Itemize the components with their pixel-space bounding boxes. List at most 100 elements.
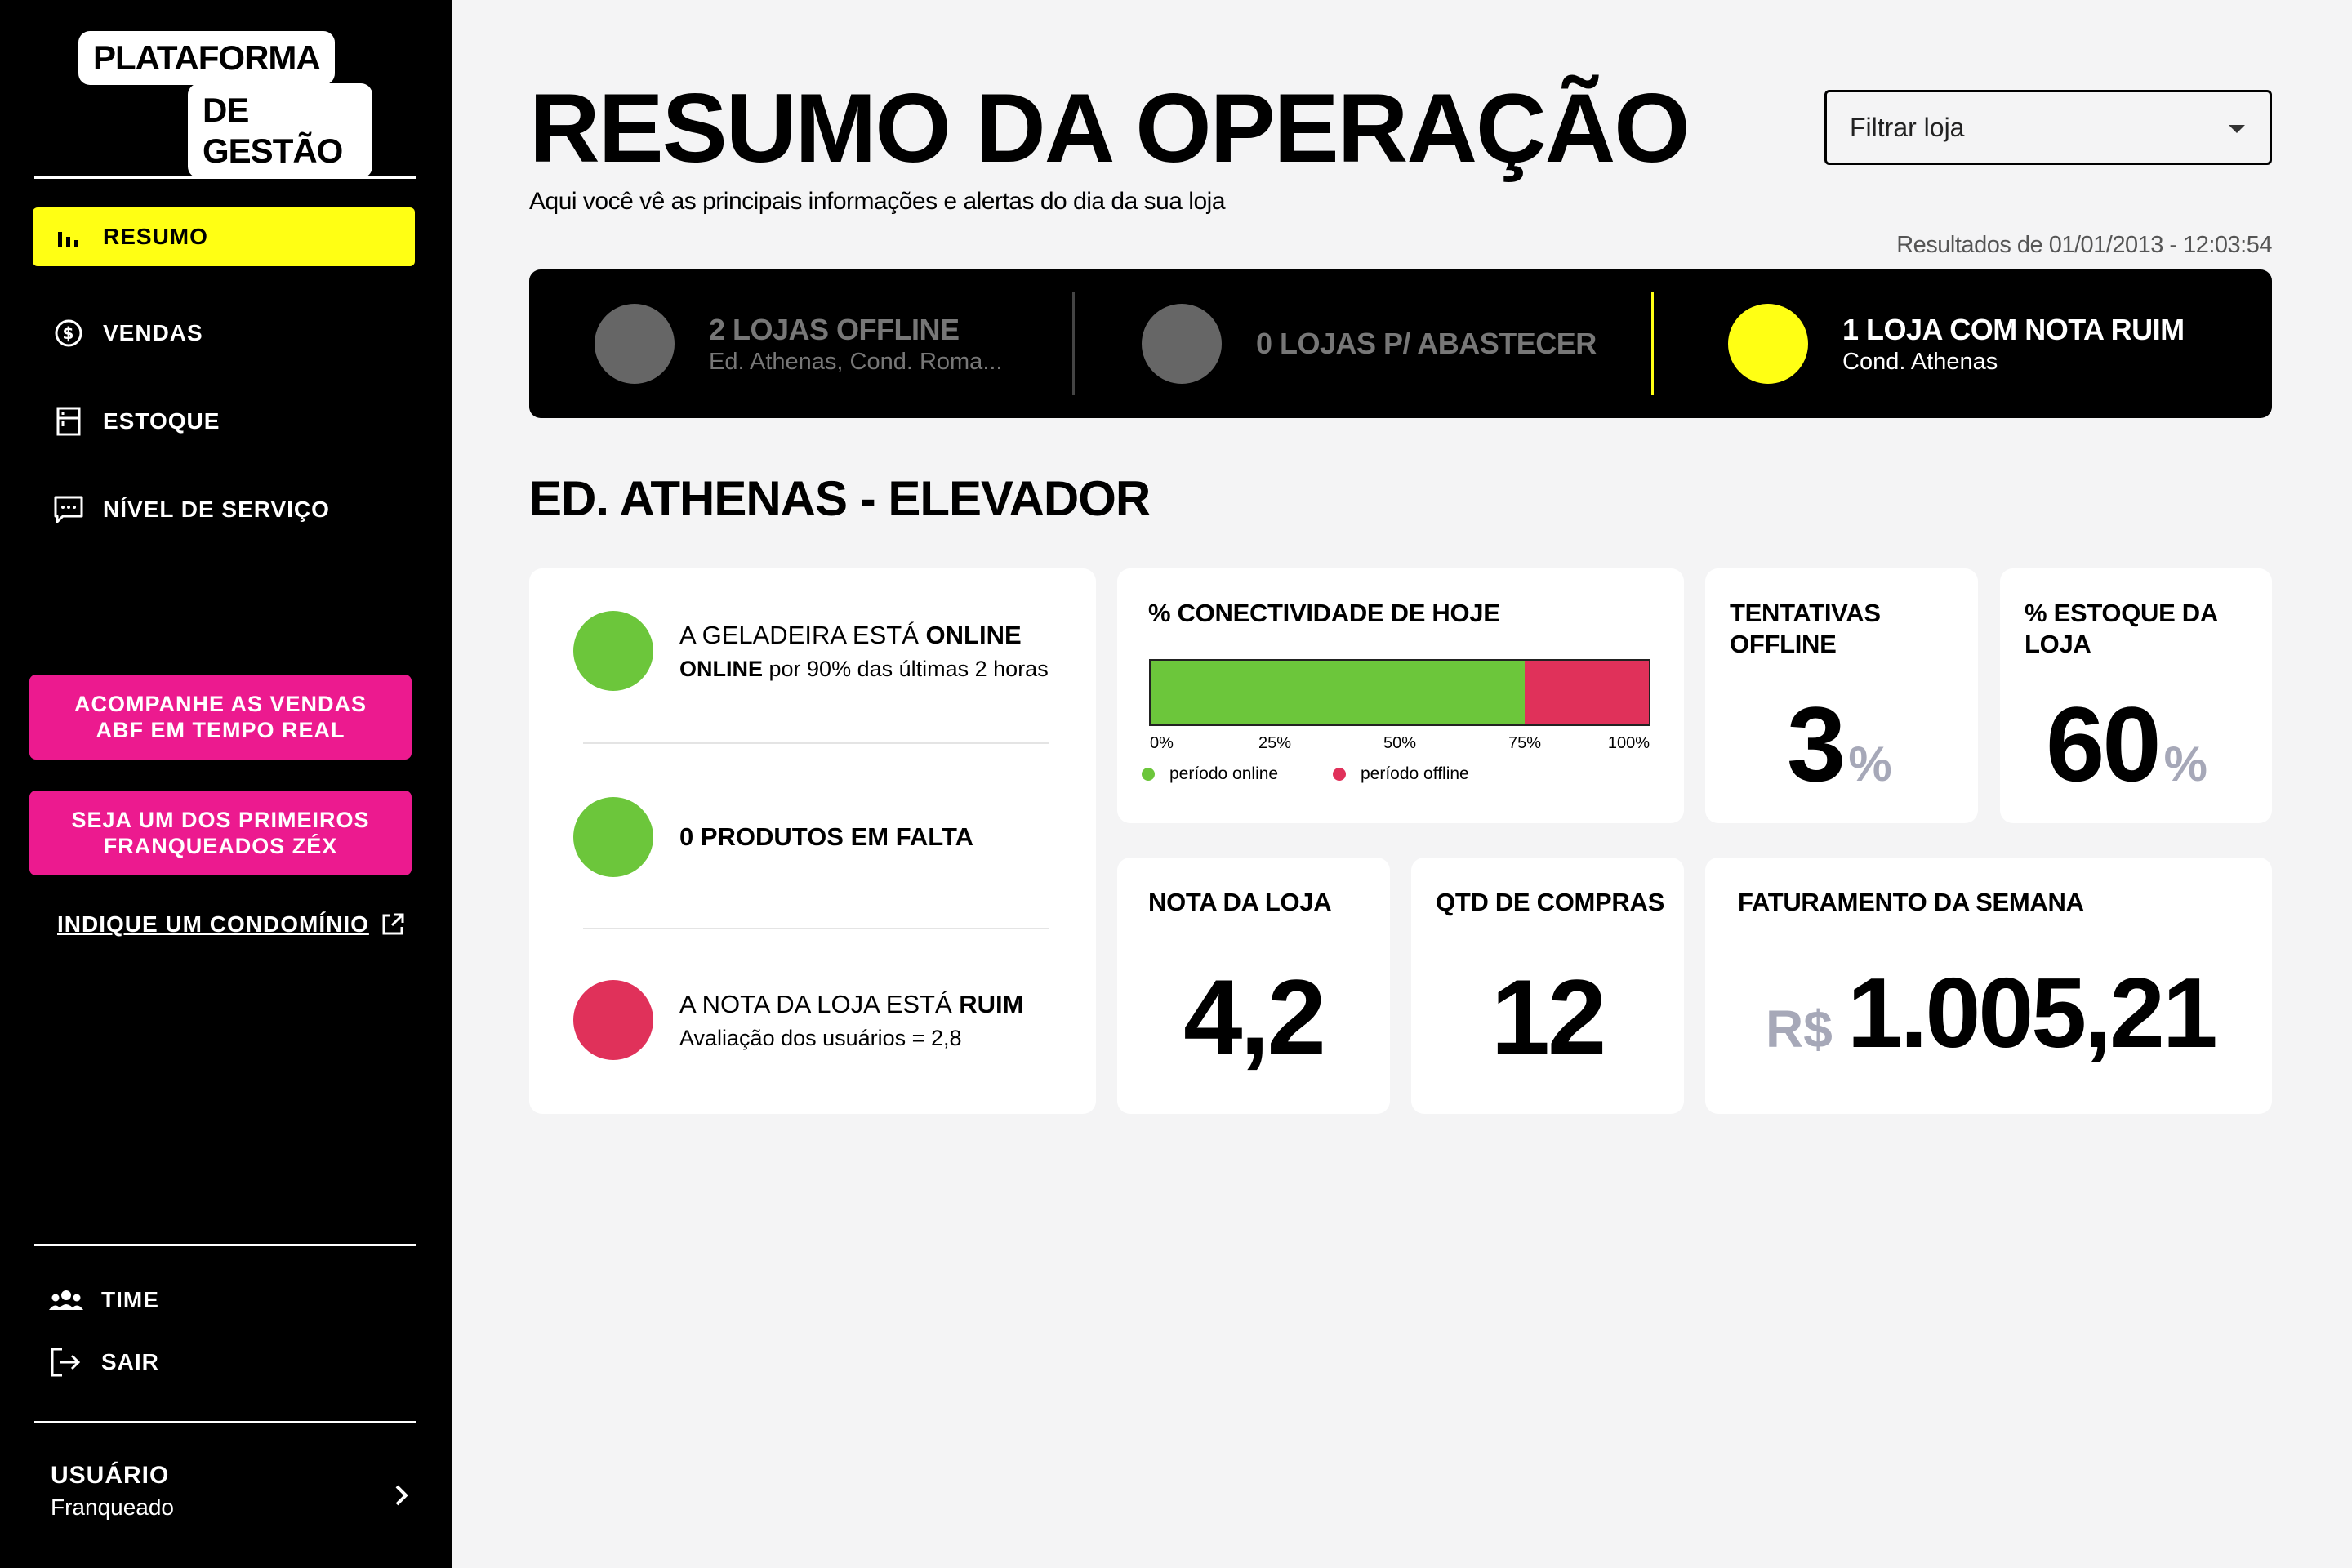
status-dot (595, 304, 675, 384)
alert-subtitle: Cond. Athenas (1842, 348, 1998, 375)
sidebar-item-nivel-servico[interactable]: NÍVEL DE SERVIÇO (33, 480, 415, 539)
sidebar-divider (34, 1421, 416, 1423)
offline-attempts-label: TENTATIVAS OFFLINE (1730, 599, 1881, 658)
tick-label: 50% (1383, 734, 1416, 752)
sidebar-divider (34, 1244, 416, 1246)
legend-online: período online (1142, 764, 1278, 784)
status-prefix: A NOTA DA LOJA ESTÁ (679, 989, 960, 1018)
sidebar-item-label: RESUMO (103, 224, 208, 249)
external-link-icon (382, 913, 404, 935)
svg-text:$: $ (63, 323, 75, 343)
alerts-bar: 2 LOJAS OFFLINE Ed. Athenas, Cond. Roma.… (529, 270, 2272, 418)
alert-divider (1651, 292, 1654, 395)
bar-segment-offline (1525, 660, 1650, 725)
sidebar-divider (34, 176, 416, 179)
purchases-value: 12 (1490, 957, 1607, 1076)
team-link[interactable]: TIME (49, 1287, 159, 1313)
alert-bad-rating[interactable]: 1 LOJA COM NOTA RUIM Cond. Athenas (1728, 270, 2185, 418)
brand-line-1: PLATAFORMA (78, 31, 335, 85)
legend-offline: período offline (1333, 764, 1469, 784)
dollar-circle-icon: $ (52, 317, 85, 350)
indicate-condo-link[interactable]: INDIQUE UM CONDOMÍNIO (57, 911, 405, 938)
tick-label: 75% (1508, 734, 1541, 752)
offline-attempts-card: TENTATIVAS OFFLINE 3% (1705, 568, 1978, 823)
status-strong: RUIM (959, 989, 1024, 1018)
store-rating-value: 4,2 (1183, 957, 1326, 1076)
page-title: RESUMO DA OPERAÇÃO (529, 74, 1690, 183)
connectivity-chart: 0% 25% 50% 75% 100% (1149, 659, 1650, 752)
sidebar-item-label: NÍVEL DE SERVIÇO (103, 497, 330, 522)
status-sub: por 90% das últimas 2 horas (763, 656, 1049, 681)
alert-offline-stores[interactable]: 2 LOJAS OFFLINE Ed. Athenas, Cond. Roma.… (595, 270, 1002, 418)
caret-down-icon (2229, 125, 2245, 133)
revenue-card: FATURAMENTO DA SEMANA R$ 1.005,21 (1705, 858, 2272, 1114)
rating-status-detail: Avaliação dos usuários = 2,8 (679, 1025, 962, 1050)
results-timestamp: Resultados de 01/01/2013 - 12:03:54 (1896, 232, 2272, 258)
sidebar-item-estoque[interactable]: ESTOQUE (33, 392, 415, 451)
franchise-button[interactable]: SEJA UM DOS PRIMEIROS FRANQUEADOS ZÉX (29, 791, 412, 875)
revenue-label: FATURAMENTO DA SEMANA (1738, 888, 2084, 916)
currency-symbol: R$ (1766, 1000, 1833, 1058)
value-number: 1.005,21 (1846, 957, 2218, 1068)
legend-dot-online (1142, 768, 1155, 781)
chat-icon (52, 493, 85, 526)
missing-products-text: 0 PRODUTOS EM FALTA (679, 822, 973, 852)
value-unit: % (2163, 737, 2207, 791)
sidebar-item-resumo[interactable]: RESUMO (33, 207, 415, 266)
card-divider (583, 928, 1049, 929)
abf-sales-button[interactable]: ACOMPANHE AS VENDAS ABF EM TEMPO REAL (29, 675, 412, 760)
fridge-status: A GELADEIRA ESTÁ ONLINE ONLINE por 90% d… (573, 611, 1049, 691)
team-label: TIME (101, 1287, 159, 1312)
value-number: 3 (1787, 684, 1846, 804)
status-dot (1142, 304, 1222, 384)
bar-segment-online (1150, 660, 1525, 725)
purchases-card: QTD DE COMPRAS 12 (1411, 858, 1684, 1114)
logout-label: SAIR (101, 1349, 159, 1374)
brand-logo[interactable]: PLATAFORMA DE GESTÃO (78, 31, 372, 178)
revenue-value: R$ 1.005,21 (1766, 956, 2218, 1070)
team-icon (49, 1289, 85, 1312)
store-filter-select[interactable]: Filtrar loja (1824, 90, 2272, 165)
tick-label: 100% (1608, 734, 1650, 752)
user-role: Franqueado (51, 1494, 175, 1520)
logout-link[interactable]: SAIR (49, 1346, 159, 1379)
alert-divider (1072, 292, 1075, 395)
sidebar-item-label: VENDAS (103, 320, 203, 345)
purchases-label: QTD DE COMPRAS (1436, 888, 1664, 916)
offline-attempts-value: 3% (1787, 683, 1892, 805)
rating-status: A NOTA DA LOJA ESTÁ RUIM Avaliação dos u… (573, 980, 1024, 1060)
status-sub-strong: ONLINE (679, 656, 764, 681)
store-title: ED. ATHENAS - ELEVADOR (529, 471, 1151, 526)
fridge-status-detail: ONLINE por 90% das últimas 2 horas (679, 657, 1049, 682)
tick-label: 25% (1258, 734, 1291, 752)
stock-label: % ESTOQUE DA LOJA (2025, 599, 2217, 658)
user-menu[interactable]: USUÁRIO Franqueado (51, 1462, 410, 1521)
status-strong: 0 PRODUTOS EM FALTA (679, 822, 973, 851)
alert-subtitle: Ed. Athenas, Cond. Roma... (709, 348, 1003, 375)
store-rating-label: NOTA DA LOJA (1148, 888, 1332, 916)
indicate-condo-label: INDIQUE UM CONDOMÍNIO (57, 911, 369, 937)
tick-label: 0% (1150, 734, 1174, 752)
stock-value: 60% (2046, 683, 2207, 805)
sidebar-item-vendas[interactable]: $ VENDAS (33, 304, 415, 363)
status-strong: ONLINE (925, 620, 1022, 649)
fridge-status-text: A GELADEIRA ESTÁ ONLINE (679, 621, 1049, 650)
status-dot (1728, 304, 1808, 384)
status-dot (573, 980, 653, 1060)
alert-title: 1 LOJA COM NOTA RUIM (1842, 312, 2185, 346)
user-name: USUÁRIO (51, 1462, 170, 1489)
sidebar: PLATAFORMA DE GESTÃO RESUMO $ VENDAS EST… (0, 0, 452, 1568)
alert-restock-stores[interactable]: 0 LOJAS P/ ABASTECER (1142, 270, 1597, 418)
rating-status-text: A NOTA DA LOJA ESTÁ RUIM (679, 990, 1024, 1019)
status-dot (573, 611, 653, 691)
bar-chart-icon (52, 220, 85, 253)
alert-title: 2 LOJAS OFFLINE (709, 312, 960, 346)
legend-online-label: período online (1169, 764, 1279, 783)
alert-title: 0 LOJAS P/ ABASTECER (1256, 327, 1597, 360)
store-filter-placeholder: Filtrar loja (1850, 112, 1965, 142)
stock-card: % ESTOQUE DA LOJA 60% (2000, 568, 2272, 823)
legend-dot-offline (1333, 768, 1346, 781)
sidebar-item-label: ESTOQUE (103, 408, 220, 434)
status-dot (573, 797, 653, 877)
card-divider (583, 742, 1049, 744)
